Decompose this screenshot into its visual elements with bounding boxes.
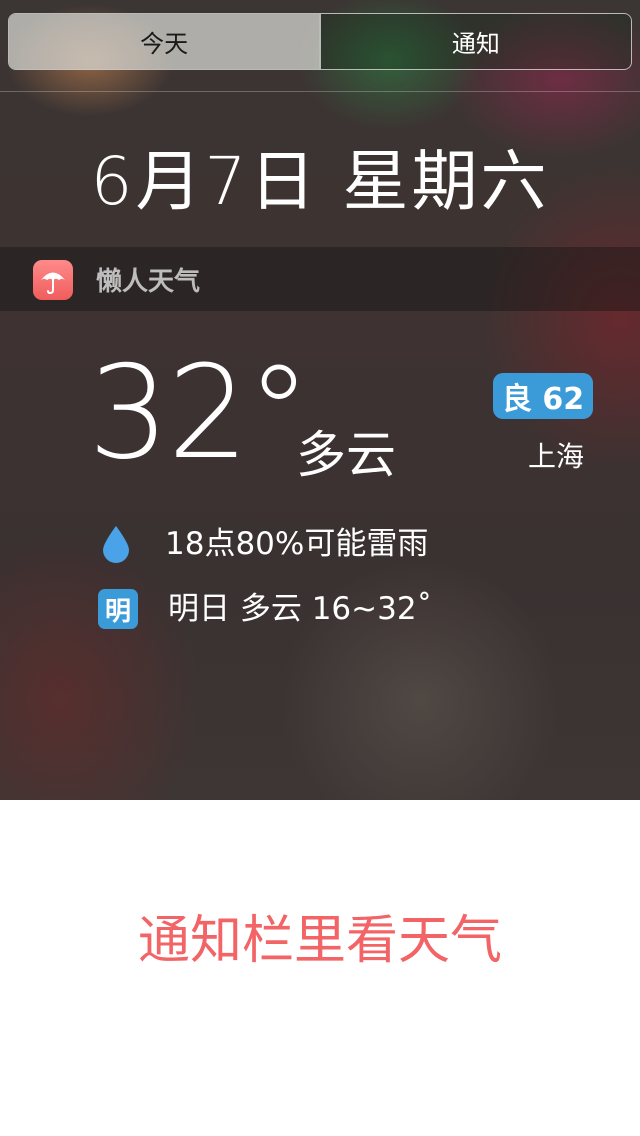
widget-header[interactable]: 懒人天气 <box>0 247 640 311</box>
city-name: 上海 <box>528 440 585 473</box>
tab-notifications[interactable]: 通知 <box>320 14 631 69</box>
tomorrow-forecast-row: 明 明日 多云 16~32˚ <box>0 585 640 635</box>
screen: 今天 通知 6月7日 星期六 懒人天气 32° 多云 良 62 上海 18点80… <box>0 0 640 1136</box>
rain-forecast-text: 18点80%可能雷雨 <box>165 526 429 562</box>
tomorrow-forecast-text: 明日 多云 16~32˚ <box>168 591 433 627</box>
current-temperature: 32° <box>88 339 311 488</box>
promo-caption: 通知栏里看天气 <box>137 911 502 971</box>
raindrop-icon <box>103 526 129 563</box>
tab-today-label: 今天 <box>140 30 189 58</box>
rain-forecast-row: 18点80%可能雷雨 <box>0 520 640 570</box>
weather-condition: 多云 <box>296 426 396 484</box>
tab-today[interactable]: 今天 <box>9 14 320 69</box>
segmented-control: 今天 通知 <box>8 13 632 70</box>
tomorrow-badge: 明 <box>98 589 138 629</box>
date-line: 6月7日 星期六 <box>90 143 550 220</box>
app-name: 懒人天气 <box>96 267 201 297</box>
tab-notifications-label: 通知 <box>451 30 500 58</box>
aqi-badge: 良 62 <box>493 373 593 419</box>
header-separator <box>0 91 640 92</box>
notification-center: 今天 通知 6月7日 星期六 懒人天气 32° 多云 良 62 上海 18点80… <box>0 0 640 800</box>
umbrella-icon <box>33 260 73 300</box>
